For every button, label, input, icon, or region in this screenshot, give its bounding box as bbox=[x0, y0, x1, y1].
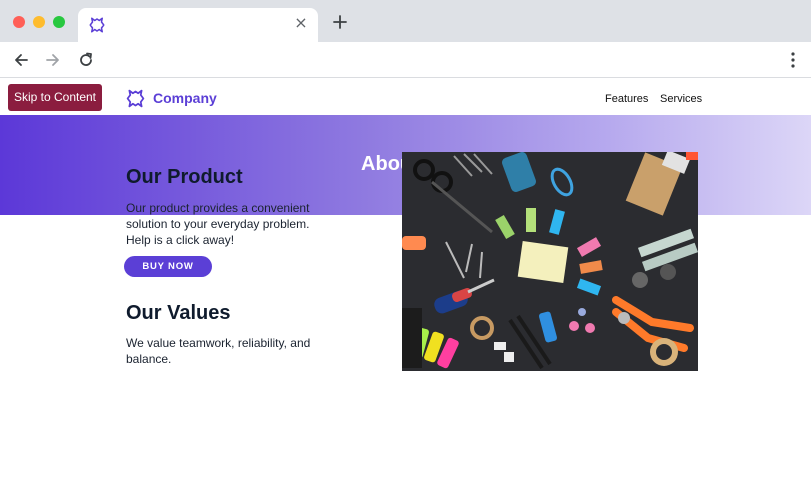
site-header: Skip to Content Company Features Service… bbox=[0, 79, 811, 115]
tools-photo bbox=[402, 152, 698, 371]
browser-tab-bar: × bbox=[0, 0, 811, 42]
brand[interactable]: Company bbox=[125, 87, 217, 109]
back-arrow-icon[interactable] bbox=[12, 51, 30, 69]
skip-to-content-link[interactable]: Skip to Content bbox=[8, 84, 102, 111]
browser-tab[interactable]: × bbox=[78, 8, 318, 42]
buy-now-button[interactable]: BUY NOW bbox=[124, 256, 212, 277]
nav-link-features[interactable]: Features bbox=[605, 93, 648, 105]
nav-link-services[interactable]: Services bbox=[660, 93, 702, 105]
company-logo-icon bbox=[89, 17, 105, 33]
window-minimize-dot[interactable] bbox=[33, 16, 45, 28]
product-heading: Our Product bbox=[126, 166, 243, 188]
product-description: Our product provides a convenient soluti… bbox=[126, 201, 310, 247]
forward-arrow-icon[interactable] bbox=[44, 51, 62, 69]
close-icon[interactable]: × bbox=[294, 15, 308, 31]
reload-icon[interactable] bbox=[77, 51, 95, 69]
brand-name: Company bbox=[153, 90, 217, 106]
tools-illustration bbox=[402, 152, 698, 371]
window-close-dot[interactable] bbox=[13, 16, 25, 28]
company-logo-icon bbox=[126, 89, 145, 107]
window-maximize-dot[interactable] bbox=[53, 16, 65, 28]
plus-icon[interactable] bbox=[331, 13, 349, 31]
browser-toolbar bbox=[0, 42, 811, 78]
values-heading: Our Values bbox=[126, 302, 231, 324]
kebab-menu-icon[interactable] bbox=[791, 52, 795, 68]
values-description: We value teamwork, reliability, and bala… bbox=[126, 336, 311, 366]
